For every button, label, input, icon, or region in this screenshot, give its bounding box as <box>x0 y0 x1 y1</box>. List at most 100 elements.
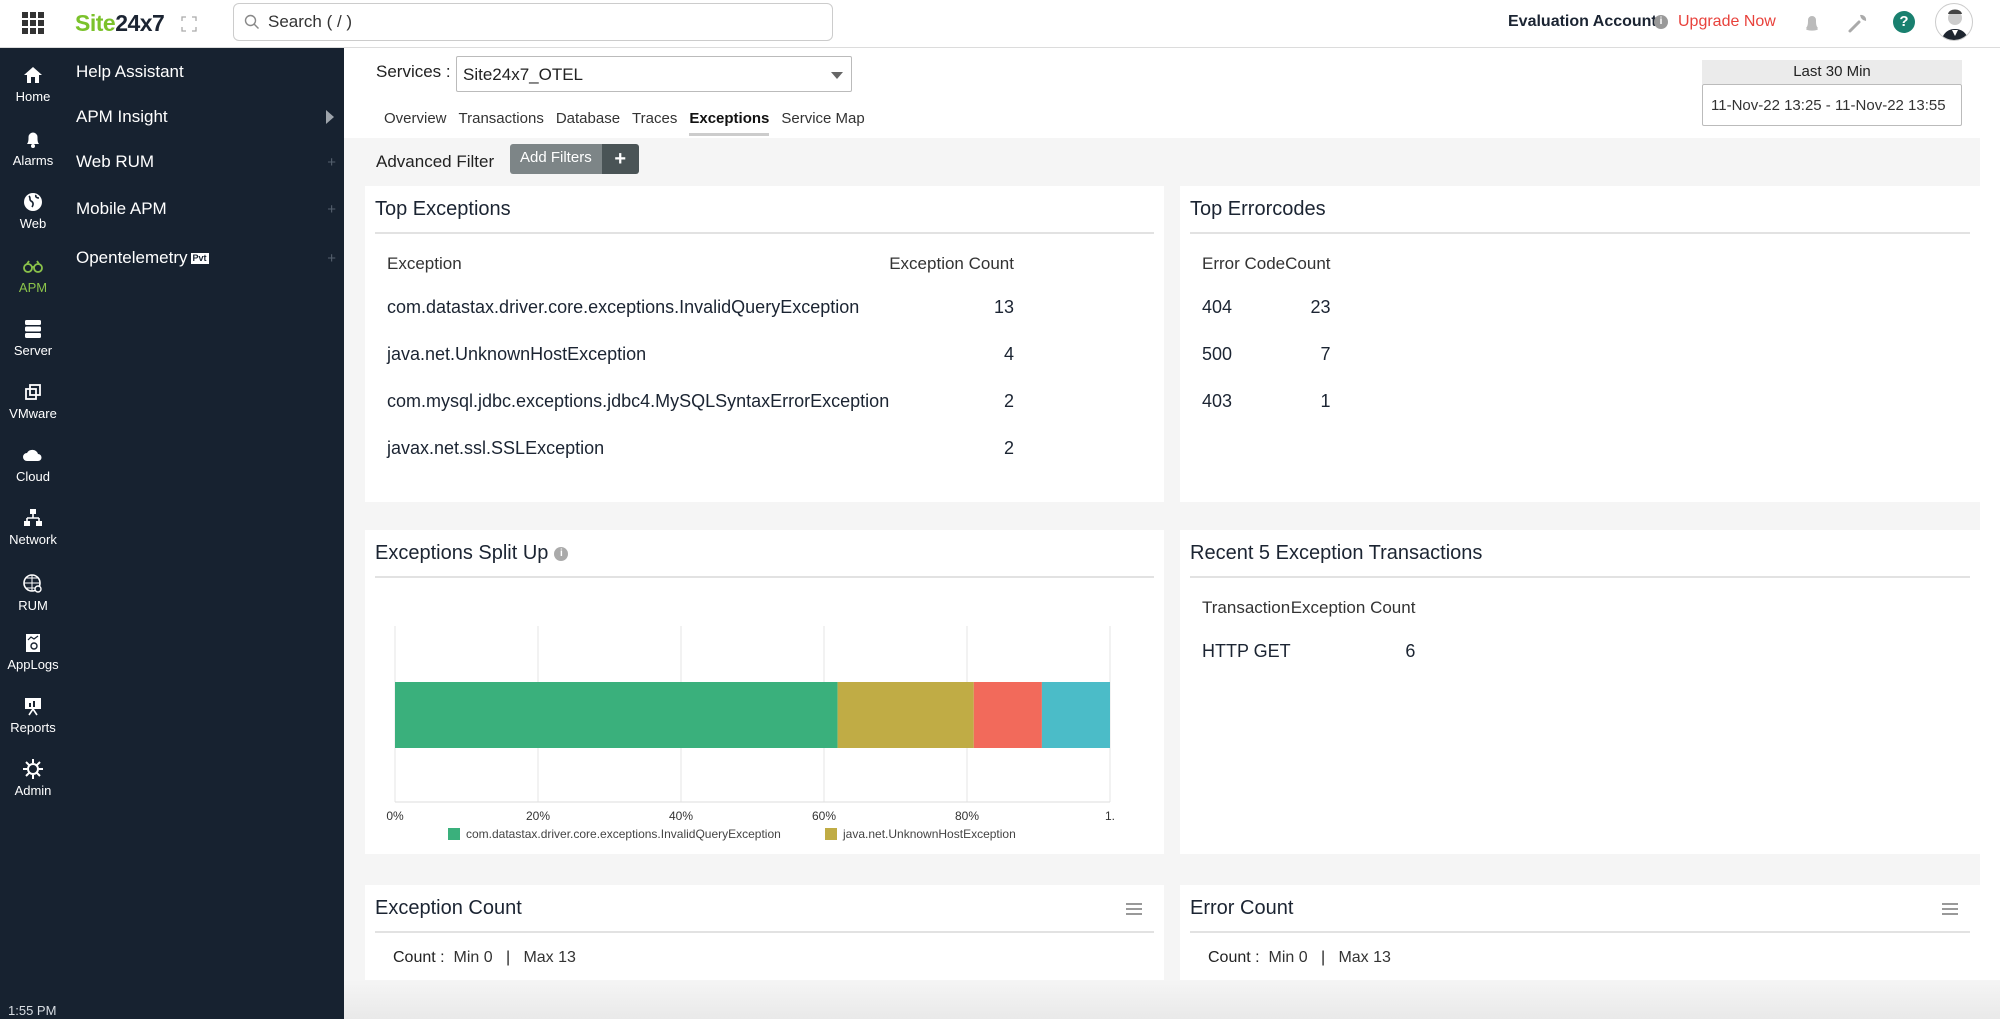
cloud-icon <box>23 449 42 461</box>
apps-grid-icon[interactable] <box>22 12 44 34</box>
exception-name[interactable]: com.datastax.driver.core.exceptions.Inva… <box>387 284 889 331</box>
tab-overview[interactable]: Overview <box>384 110 447 136</box>
search-input[interactable] <box>268 12 808 32</box>
expand-arrow-icon[interactable] <box>326 110 334 124</box>
tab-service-map[interactable]: Service Map <box>781 110 864 136</box>
rail-label: RUM <box>18 598 48 613</box>
count-label: Count : <box>393 949 445 966</box>
legend-swatch[interactable] <box>448 828 460 840</box>
error-code[interactable]: 404 <box>1202 284 1285 331</box>
rail-item-network[interactable]: Network <box>0 507 66 547</box>
services-dropdown[interactable]: Site24x7_OTEL <box>456 56 852 92</box>
separator: | <box>505 949 511 966</box>
column-header-count[interactable]: Count <box>1285 244 1330 284</box>
legend-swatch[interactable] <box>825 828 837 840</box>
tab-traces[interactable]: Traces <box>632 110 677 136</box>
legend-label[interactable]: com.datastax.driver.core.exceptions.Inva… <box>466 827 781 841</box>
table-row[interactable]: javax.net.ssl.SSLException 2 <box>387 425 1014 472</box>
submenu-item-mobile-apm[interactable]: Mobile APM + <box>76 194 336 224</box>
add-plus-icon[interactable]: + <box>327 250 336 267</box>
help-icon[interactable]: ? <box>1893 11 1915 33</box>
bar-segment[interactable] <box>1041 682 1110 748</box>
search-box[interactable] <box>233 3 833 41</box>
rail-item-apm[interactable]: APM <box>0 255 66 295</box>
column-header-transaction[interactable]: Transaction <box>1202 588 1291 628</box>
rail-item-reports[interactable]: Reports <box>0 695 66 735</box>
add-filters-label: Add Filters <box>510 144 602 174</box>
column-header-count[interactable]: Exception Count <box>1291 588 1416 628</box>
table-row[interactable]: HTTP GET 6 <box>1202 628 1415 675</box>
wrench-settings-icon[interactable] <box>1846 11 1870 35</box>
table-header-row: Exception Exception Count <box>387 244 1014 284</box>
error-code[interactable]: 403 <box>1202 378 1285 425</box>
fullscreen-expand-icon[interactable] <box>180 15 198 33</box>
rail-item-admin[interactable]: Admin <box>0 758 66 798</box>
app-root: Site24x7 Evaluation Account i Upgrade No… <box>0 0 2000 1019</box>
error-count: 23 <box>1310 297 1331 317</box>
rail-item-rum[interactable]: RUM <box>0 573 66 613</box>
add-plus-icon[interactable]: + <box>327 154 336 171</box>
rail-item-home[interactable]: Home <box>0 64 66 104</box>
error-code[interactable]: 500 <box>1202 331 1285 378</box>
time-range-picker[interactable]: Last 30 Min 11-Nov-22 13:25 - 11-Nov-22 … <box>1702 60 1962 126</box>
table-header-row: Transaction Exception Count <box>1202 588 1415 628</box>
user-avatar[interactable] <box>1935 3 1973 41</box>
table-row[interactable]: 500 7 <box>1202 331 1331 378</box>
table-row[interactable]: 403 1 <box>1202 378 1331 425</box>
rail-item-server[interactable]: Server <box>0 318 66 358</box>
exception-name[interactable]: com.mysql.jdbc.exceptions.jdbc4.MySQLSyn… <box>387 378 889 425</box>
table-row[interactable]: java.net.UnknownHostException 4 <box>387 331 1014 378</box>
table-row[interactable]: 404 23 <box>1202 284 1331 331</box>
tab-transactions[interactable]: Transactions <box>459 110 544 136</box>
tab-exceptions[interactable]: Exceptions <box>689 110 770 136</box>
time-range-label[interactable]: Last 30 Min <box>1702 60 1962 84</box>
table-row[interactable]: com.datastax.driver.core.exceptions.Inva… <box>387 284 1014 331</box>
column-header-exception[interactable]: Exception <box>387 244 889 284</box>
rail-item-applogs[interactable]: AppLogs <box>0 632 66 672</box>
rail-item-web[interactable]: Web <box>0 191 66 231</box>
rail-item-vmware[interactable]: VMware <box>0 381 66 421</box>
rail-label: Web <box>19 216 47 231</box>
site24x7-logo[interactable]: Site24x7 <box>75 10 165 37</box>
home-icon <box>24 67 42 83</box>
rail-label: Reports <box>10 720 56 735</box>
hamburger-menu-icon[interactable] <box>1126 903 1142 918</box>
rail-item-alarms[interactable]: Alarms <box>0 128 66 168</box>
exception-name[interactable]: java.net.UnknownHostException <box>387 331 889 378</box>
transaction-name[interactable]: HTTP GET <box>1202 628 1291 675</box>
rail-label: APM <box>18 280 48 295</box>
submenu-item-opentelemetry[interactable]: Opentelemetry Pvt + <box>76 243 336 273</box>
bar-segment[interactable] <box>837 682 974 748</box>
rail-item-cloud[interactable]: Cloud <box>0 444 66 484</box>
card-title: Top Exceptions <box>375 198 511 220</box>
divider <box>375 232 1154 234</box>
add-filters-button[interactable]: Add Filters + <box>510 144 639 174</box>
submenu-item-web-rum[interactable]: Web RUM + <box>76 147 336 177</box>
table-row[interactable]: com.mysql.jdbc.exceptions.jdbc4.MySQLSyn… <box>387 378 1014 425</box>
gear-icon <box>23 759 43 779</box>
info-icon[interactable]: i <box>1654 15 1668 29</box>
globe-icon <box>24 193 42 211</box>
submenu-item-help-assistant[interactable]: Help Assistant <box>76 57 336 87</box>
column-header-count[interactable]: Exception Count <box>889 244 1014 284</box>
legend-label[interactable]: java.net.UnknownHostException <box>842 827 1016 841</box>
bar-segment[interactable] <box>973 682 1042 748</box>
time-range-input[interactable]: 11-Nov-22 13:25 - 11-Nov-22 13:55 <box>1702 84 1962 126</box>
column-header-error-code[interactable]: Error Code <box>1202 244 1285 284</box>
advanced-filter-label: Advanced Filter <box>376 152 495 171</box>
submenu-item-apm-insight[interactable]: APM Insight <box>76 102 336 132</box>
account-type-label: Evaluation Account <box>1508 13 1657 30</box>
hamburger-menu-icon[interactable] <box>1942 903 1958 918</box>
bottom-fade <box>344 980 2000 1019</box>
network-icon <box>24 509 42 526</box>
upgrade-now-link[interactable]: Upgrade Now <box>1678 13 1776 31</box>
divider <box>1190 931 1970 933</box>
notification-bell-icon[interactable] <box>1800 11 1824 35</box>
info-icon[interactable]: i <box>554 546 569 561</box>
exception-name[interactable]: javax.net.ssl.SSLException <box>387 425 889 472</box>
add-plus-icon[interactable]: + <box>327 201 336 218</box>
bar-segment[interactable] <box>395 682 838 748</box>
tab-database[interactable]: Database <box>556 110 620 136</box>
apm-submenu: Help Assistant APM Insight Web RUM + Mob… <box>66 48 344 1019</box>
max-value: Max 13 <box>1338 949 1391 966</box>
